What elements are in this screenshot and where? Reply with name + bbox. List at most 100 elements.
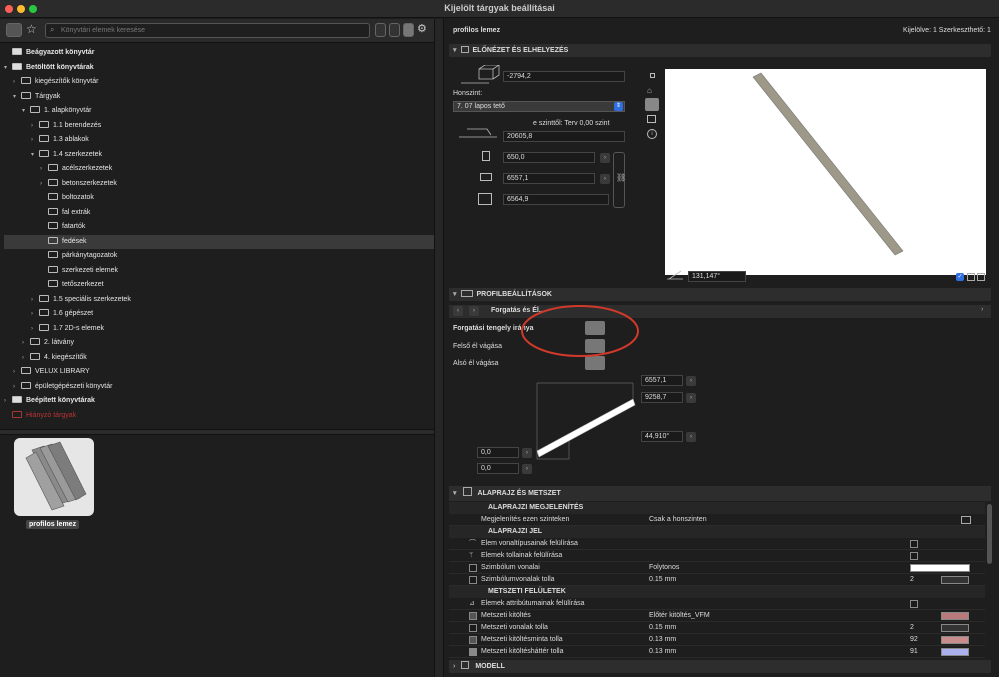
object-thumbnail[interactable]: [14, 438, 94, 516]
diagram-length-arrow[interactable]: ›: [686, 376, 696, 386]
checkbox-checked-icon[interactable]: ✓: [956, 273, 964, 281]
linetype-override-checkbox[interactable]: [910, 540, 918, 548]
diagram-hypotenuse-arrow[interactable]: ›: [686, 393, 696, 403]
dimension-b-arrow[interactable]: ›: [600, 174, 610, 184]
tree-item[interactable]: Beágyazott könyvtár: [4, 46, 434, 60]
tree-item[interactable]: ▾ 1. alapkönyvtár: [4, 104, 434, 118]
preview-view-icon[interactable]: [403, 23, 414, 37]
symbol-lines-checkbox[interactable]: [469, 564, 477, 572]
cut-line-pen-swatch[interactable]: [941, 624, 969, 632]
rotation-angle-field[interactable]: 131,147°: [688, 271, 746, 282]
cut-line-pen-row[interactable]: Metszeti vonalak tolla 0.15 mm 2: [449, 622, 985, 634]
tree-item[interactable]: › 1.3 ablakok: [4, 133, 434, 147]
diagram-offset1-arrow[interactable]: ›: [522, 448, 532, 458]
tree-item[interactable]: › épületgépészeti könyvtár: [4, 380, 434, 394]
diagram-offset1-field[interactable]: 0,0: [477, 447, 519, 458]
chevron-right-icon[interactable]: ›: [4, 394, 12, 408]
plan-section-header[interactable]: ▾ ALAPRAJZ ÉS METSZET: [449, 486, 991, 501]
tree-item[interactable]: boltozatok: [4, 191, 434, 205]
chevron-right-icon[interactable]: ›: [31, 307, 39, 321]
chevron-down-icon[interactable]: ▾: [4, 61, 12, 75]
chevron-right-icon[interactable]: ›: [31, 322, 39, 336]
chevron-down-icon[interactable]: ▾: [13, 90, 21, 104]
show-on-value[interactable]: Csak a honszinten: [649, 514, 707, 526]
dimension-b-field[interactable]: 6557,1: [503, 173, 595, 184]
bg-pen-value[interactable]: 0.13 mm: [649, 646, 676, 658]
chevron-down-icon[interactable]: ▾: [31, 148, 39, 162]
tree-item[interactable]: › acélszerkezetek: [4, 162, 434, 176]
tree-item[interactable]: Hiányzó tárgyak: [4, 409, 434, 423]
proportion-lock[interactable]: ⛓: [613, 152, 626, 208]
diagram-offset2-field[interactable]: 0,0: [477, 463, 519, 474]
chevron-right-icon[interactable]: ›: [31, 293, 39, 307]
attr-override-row[interactable]: ⊿ Elemek attribútumainak felülírása: [449, 598, 985, 610]
pane-splitter[interactable]: [0, 429, 434, 435]
bg-pen-row[interactable]: Metszeti kitöltésháttér tolla 0.13 mm 91: [449, 646, 985, 658]
tree-item[interactable]: fal extrák: [4, 206, 434, 220]
folder-view-icon[interactable]: [6, 23, 22, 37]
symbol-pen-checkbox[interactable]: [469, 576, 477, 584]
tree-item[interactable]: szerkezeti elemek: [4, 264, 434, 278]
chevron-right-icon[interactable]: ›: [31, 119, 39, 133]
panel-separator[interactable]: [434, 19, 444, 677]
dimension-a-arrow[interactable]: ›: [600, 153, 610, 163]
diagram-angle-field[interactable]: 44,910°: [641, 431, 683, 442]
tree-item[interactable]: tetőszerkezet: [4, 278, 434, 292]
page-menu-chevron-icon[interactable]: ›: [981, 306, 983, 313]
tree-item[interactable]: › betonszerkezetek: [4, 177, 434, 191]
symbol-pen-value[interactable]: 0.15 mm: [649, 574, 676, 586]
library-search-input[interactable]: ⌕ Könyvtári elemek keresése: [45, 23, 370, 38]
tree-item[interactable]: › 1.7 2D-s elemek: [4, 322, 434, 336]
view-section-icon[interactable]: [647, 115, 656, 123]
cut-fill-row[interactable]: Metszeti kitöltés Előtér kitöltés_VFM: [449, 610, 985, 622]
previous-page-button[interactable]: ‹: [453, 306, 463, 316]
cut-line-pen-value[interactable]: 0.15 mm: [649, 622, 676, 634]
chevron-right-icon[interactable]: ›: [13, 75, 21, 89]
view-side-icon[interactable]: ⌂: [647, 86, 657, 96]
chevron-right-icon[interactable]: ›: [40, 162, 48, 176]
list-view-icon[interactable]: [375, 23, 386, 37]
diagram-offset2-arrow[interactable]: ›: [522, 464, 532, 474]
home-story-select[interactable]: 7. 07 lapos tető ⇕: [453, 101, 625, 112]
anchor-icon[interactable]: [977, 273, 985, 281]
scrollbar-thumb[interactable]: [987, 504, 992, 564]
chevron-right-icon[interactable]: ›: [31, 133, 39, 147]
tree-item[interactable]: › VELUX LIBRARY: [4, 365, 434, 379]
tree-item[interactable]: ▾ Betöltött könyvtárak: [4, 61, 434, 75]
fill-pen-row[interactable]: Metszeti kitöltésminta tolla 0.13 mm 92: [449, 634, 985, 646]
symbol-pen-swatch[interactable]: [941, 576, 969, 584]
model-section-header[interactable]: › MODELL: [449, 660, 991, 673]
cut-line-pen-checkbox[interactable]: [469, 624, 477, 632]
dimension-a-field[interactable]: 650,0: [503, 152, 595, 163]
diagram-hypotenuse-field[interactable]: 9258,7: [641, 392, 683, 403]
pen-override-row[interactable]: ᛘ Elemek tollainak felülírása: [449, 550, 985, 562]
view-3d-icon[interactable]: [645, 98, 659, 111]
tree-item[interactable]: ▾ Tárgyak: [4, 90, 434, 104]
dimension-c-field[interactable]: 6564,9: [503, 194, 609, 205]
pen-override-checkbox[interactable]: [910, 552, 918, 560]
3d-preview-canvas[interactable]: [665, 69, 986, 275]
linetype-override-row[interactable]: ⌒ Elem vonaltípusainak felülírása: [449, 538, 985, 550]
chevron-right-icon[interactable]: ›: [40, 177, 48, 191]
tree-item[interactable]: párkánytagozatok: [4, 249, 434, 263]
tree-item[interactable]: › 1.6 gépészet: [4, 307, 434, 321]
chevron-right-icon[interactable]: ›: [22, 336, 30, 350]
tree-item[interactable]: › 2. látvány: [4, 336, 434, 350]
attr-override-checkbox[interactable]: [910, 600, 918, 608]
next-page-button[interactable]: ›: [469, 306, 479, 316]
tree-item[interactable]: › 4. kiegészítők: [4, 351, 434, 365]
diagram-angle-arrow[interactable]: ›: [686, 432, 696, 442]
chevron-down-icon[interactable]: ▾: [22, 104, 30, 118]
from-story-field[interactable]: 20605,8: [503, 131, 625, 142]
tree-item[interactable]: fatartók: [4, 220, 434, 234]
chevron-right-icon[interactable]: ›: [13, 365, 21, 379]
bg-pen-swatch[interactable]: [941, 648, 969, 656]
favorites-star-icon[interactable]: ☆: [26, 22, 37, 36]
grid-view-icon[interactable]: [389, 23, 400, 37]
symbol-pen-row[interactable]: Szimbólumvonalak tolla 0.15 mm 2: [449, 574, 985, 586]
tree-item[interactable]: › kiegészítők könyvtár: [4, 75, 434, 89]
chevron-right-icon[interactable]: ›: [13, 380, 21, 394]
tree-item[interactable]: › Beépített könyvtárak: [4, 394, 434, 408]
cut-fill-swatch[interactable]: [941, 612, 969, 620]
info-icon[interactable]: i: [647, 129, 657, 139]
